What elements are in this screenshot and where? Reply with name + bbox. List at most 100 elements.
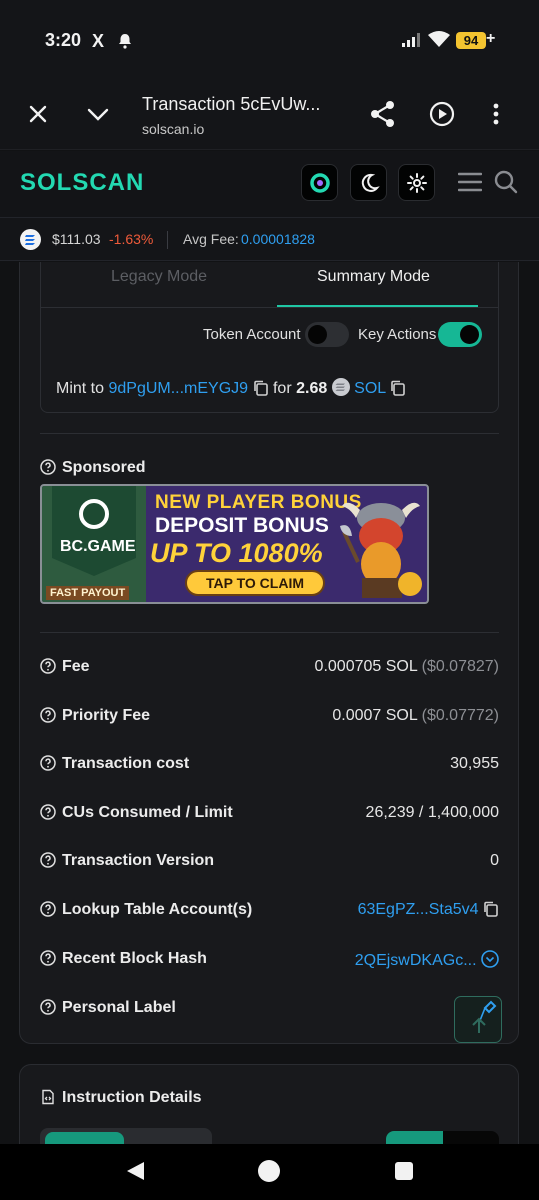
recent-block-hash-value: 2QEjswDKAGc... <box>355 950 499 970</box>
banner-brand: BC.GAME <box>60 538 136 555</box>
detail-label: Fee <box>62 658 90 675</box>
block-hash-link[interactable]: 2QEjswDKAGc... <box>355 952 477 969</box>
recent-apps-icon[interactable] <box>395 1162 413 1180</box>
detail-label: CUs Consumed / Limit <box>62 804 233 821</box>
help-icon[interactable] <box>40 804 56 820</box>
help-icon[interactable] <box>40 755 56 771</box>
share-icon[interactable] <box>370 100 396 133</box>
pencil-icon <box>472 1000 497 1033</box>
expand-chevron-icon[interactable] <box>481 950 499 969</box>
more-icon[interactable] <box>492 102 500 131</box>
help-icon[interactable] <box>40 999 56 1015</box>
solscan-icon <box>309 172 330 193</box>
help-icon[interactable] <box>40 707 56 723</box>
help-icon[interactable] <box>40 901 56 917</box>
system-nav-bar <box>0 1144 539 1200</box>
instruction-format-tab-active[interactable] <box>386 1131 443 1144</box>
wifi-icon <box>428 31 450 53</box>
gear-icon <box>406 172 427 193</box>
site-header: SOLSCAN <box>0 151 539 217</box>
avg-fee-value: 0.00001828 <box>241 231 315 247</box>
transaction-cost-value: 30,955 <box>450 755 499 772</box>
help-icon[interactable] <box>40 950 56 966</box>
detail-label: Priority Fee <box>62 707 151 724</box>
token-account-label: Token Account <box>203 326 301 343</box>
fee-usd: ($0.07827) <box>421 658 499 675</box>
priority-fee-sol: 0.0007 SOL <box>332 707 418 724</box>
settings-button[interactable] <box>398 164 435 201</box>
transaction-version-value: 0 <box>490 852 499 869</box>
status-time: 3:20 <box>45 30 82 50</box>
price-bar: $111.03 -1.63% Avg Fee: 0.00001828 <box>0 217 539 261</box>
cus-consumed-value: 26,239 / 1,400,000 <box>365 804 499 821</box>
signal-icon <box>402 33 422 52</box>
fee-label: Fee <box>40 658 90 676</box>
priority-fee-usd: ($0.07772) <box>421 707 499 724</box>
banner-line-1: NEW PLAYER BONUS <box>155 492 362 513</box>
search-icon[interactable] <box>494 170 518 199</box>
hamburger-menu-icon[interactable] <box>457 171 483 198</box>
home-icon[interactable] <box>258 1160 280 1182</box>
solscan-app-button[interactable] <box>301 164 338 201</box>
viking-character-icon <box>340 502 422 598</box>
cus-consumed-label: CUs Consumed / Limit <box>40 804 233 822</box>
banner-tag: FAST PAYOUT <box>46 586 130 600</box>
mint-destination-link[interactable]: 9dPgUM...mEYGJ9 <box>108 380 248 397</box>
instruction-view-tab-active[interactable] <box>45 1132 124 1144</box>
transaction-version-label: Transaction Version <box>40 852 214 870</box>
page-url: solscan.io <box>142 121 205 137</box>
sol-token-icon <box>331 378 350 397</box>
mint-amount: 2.68 <box>296 380 328 397</box>
status-bar: 3:20 X 94 + <box>0 0 539 80</box>
detail-label: Recent Block Hash <box>62 950 207 967</box>
sponsored-heading: Sponsored <box>40 459 146 477</box>
copy-icon[interactable] <box>483 901 499 918</box>
detail-label: Transaction Version <box>62 852 215 869</box>
lookup-table-link[interactable]: 63EgPZ...Sta5v4 <box>358 901 479 918</box>
copy-icon[interactable] <box>253 380 269 397</box>
key-actions-label: Key Actions <box>358 326 437 343</box>
detail-label: Transaction cost <box>62 755 190 772</box>
notification-icon <box>118 33 132 54</box>
bc-game-logo-icon <box>79 499 109 529</box>
divider <box>40 433 499 434</box>
mint-prefix: Mint to <box>56 380 105 397</box>
help-icon[interactable] <box>40 852 56 868</box>
banner-cta-button[interactable]: TAP TO CLAIM <box>185 570 325 596</box>
key-actions-toggle[interactable] <box>438 322 482 347</box>
page-title: Transaction 5cEvUw... <box>142 94 321 114</box>
moon-icon <box>361 173 380 192</box>
solscan-logo[interactable]: SOLSCAN <box>20 169 144 197</box>
chevron-down-icon[interactable] <box>86 104 110 129</box>
mint-action-row: Mint to 9dPgUM...mEYGJ9 for 2.68 SOL <box>56 378 406 398</box>
back-icon[interactable] <box>124 1160 146 1187</box>
mint-for: for <box>272 380 292 397</box>
fee-sol: 0.000705 SOL <box>314 658 418 675</box>
divider <box>40 632 499 633</box>
close-icon[interactable] <box>26 102 50 131</box>
sol-price-change: -1.63% <box>109 231 154 247</box>
token-account-toggle[interactable] <box>305 322 349 347</box>
sol-token-link[interactable]: SOL <box>354 380 385 397</box>
avg-fee-label: Avg Fee: <box>183 231 239 247</box>
theme-toggle-button[interactable] <box>350 164 387 201</box>
toggle-knob <box>308 325 327 344</box>
toggle-knob <box>460 325 479 344</box>
edit-label-button[interactable] <box>454 996 502 1043</box>
sponsored-label: Sponsored <box>62 459 146 476</box>
sol-price: $111.03 <box>52 231 101 247</box>
priority-fee-label: Priority Fee <box>40 707 150 725</box>
charging-indicator: + <box>486 30 496 47</box>
tab-summary-mode[interactable]: Summary Mode <box>317 268 430 286</box>
help-icon[interactable] <box>40 658 56 674</box>
code-file-icon <box>42 1089 54 1105</box>
detail-label: Lookup Table Account(s) <box>62 901 253 918</box>
play-icon[interactable] <box>429 101 455 132</box>
tab-legacy-mode[interactable]: Legacy Mode <box>111 268 207 286</box>
transaction-cost-label: Transaction cost <box>40 755 189 773</box>
copy-icon[interactable] <box>390 380 406 397</box>
sponsored-banner[interactable]: BC.GAME FAST PAYOUT NEW PLAYER BONUS DEP… <box>40 484 429 604</box>
fee-value: 0.000705 SOL ($0.07827) <box>315 658 499 676</box>
instruction-details-title: Instruction Details <box>62 1089 202 1106</box>
battery-icon: 94 <box>456 32 486 49</box>
